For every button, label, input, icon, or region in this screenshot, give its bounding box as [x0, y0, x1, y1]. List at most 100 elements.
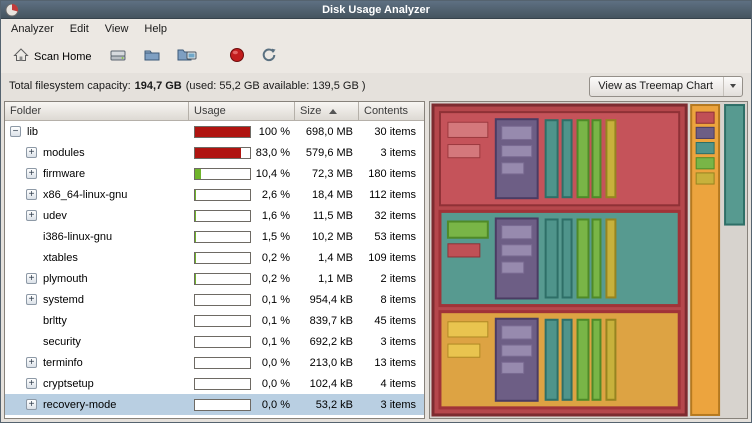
treemap-rect[interactable] [563, 120, 572, 197]
usage-percent: 1,6 % [255, 210, 290, 222]
scan-folder-button[interactable] [139, 44, 165, 69]
treemap-rect[interactable] [546, 219, 558, 297]
treemap-rect[interactable] [502, 262, 524, 273]
size-value: 692,2 kB [295, 331, 359, 352]
treemap-rect[interactable] [696, 158, 714, 169]
size-value: 213,0 kB [295, 352, 359, 373]
table-row[interactable]: security0,1 %692,2 kB3 items [5, 331, 424, 352]
table-row[interactable]: +cryptsetup0,0 %102,4 kB4 items [5, 373, 424, 394]
column-header-size[interactable]: Size [295, 102, 359, 121]
refresh-button[interactable] [257, 44, 281, 69]
treemap-rect[interactable] [448, 344, 480, 357]
expand-expander-icon[interactable]: + [26, 168, 37, 179]
expand-expander-icon[interactable]: + [26, 357, 37, 368]
treemap-rect[interactable] [606, 120, 615, 197]
treemap-rect[interactable] [502, 245, 532, 256]
expand-expander-icon[interactable]: + [26, 399, 37, 410]
treemap-rect[interactable] [563, 219, 572, 297]
treemap-rect[interactable] [606, 219, 615, 297]
treemap-rect[interactable] [546, 320, 558, 400]
usage-percent: 0,0 % [255, 399, 290, 411]
treemap-rect[interactable] [502, 362, 524, 373]
table-row[interactable]: +firmware10,4 %72,3 MB180 items [5, 163, 424, 184]
expand-expander-icon[interactable]: + [26, 273, 37, 284]
treemap-rect[interactable] [502, 326, 532, 339]
usage-bar [194, 399, 251, 411]
treemap-rect[interactable] [546, 120, 558, 197]
table-row[interactable]: brltty0,1 %839,7 kB45 items [5, 310, 424, 331]
menu-analyzer[interactable]: Analyzer [3, 19, 62, 40]
table-row[interactable]: +modules83,0 %579,6 MB3 items [5, 142, 424, 163]
menu-help[interactable]: Help [136, 19, 175, 40]
contents-value: 53 items [359, 226, 424, 247]
table-row[interactable]: +terminfo0,0 %213,0 kB13 items [5, 352, 424, 373]
window-title: Disk Usage Analyzer [322, 4, 430, 16]
treemap-rect[interactable] [448, 244, 480, 257]
column-header-usage[interactable]: Usage [189, 102, 295, 121]
treemap-rect[interactable] [592, 320, 600, 400]
folder-name: firmware [43, 168, 85, 180]
treemap-rect[interactable] [448, 322, 488, 337]
table-row[interactable]: −lib100 %698,0 MB30 items [5, 121, 424, 142]
stop-button[interactable] [225, 44, 249, 69]
treemap-rect[interactable] [578, 219, 589, 297]
treemap-rect[interactable] [592, 219, 600, 297]
column-header-folder[interactable]: Folder [5, 102, 189, 121]
treemap-pane[interactable] [429, 101, 748, 419]
size-value: 839,7 kB [295, 310, 359, 331]
scan-remote-folder-button[interactable] [173, 44, 201, 69]
table-row[interactable]: +systemd0,1 %954,4 kB8 items [5, 289, 424, 310]
treemap-rect[interactable] [502, 146, 532, 157]
menu-bar: Analyzer Edit View Help [1, 19, 751, 40]
expand-expander-icon[interactable]: + [26, 189, 37, 200]
scan-home-button[interactable]: Scan Home [7, 44, 97, 69]
view-as-select[interactable]: View as Treemap Chart [589, 76, 743, 97]
treemap-rect[interactable] [696, 112, 714, 123]
table-row[interactable]: xtables0,2 %1,4 MB109 items [5, 247, 424, 268]
treemap-rect[interactable] [696, 143, 714, 154]
treemap-rect[interactable] [502, 345, 532, 356]
main-content: Folder Usage Size Contents −lib100 %698,… [1, 99, 751, 422]
folder-tree-pane: Folder Usage Size Contents −lib100 %698,… [4, 101, 425, 419]
treemap-rect[interactable] [696, 173, 714, 184]
size-value: 53,2 kB [295, 394, 359, 415]
table-row[interactable]: +recovery-mode0,0 %53,2 kB3 items [5, 394, 424, 415]
table-row[interactable]: +x86_64-linux-gnu2,6 %18,4 MB112 items [5, 184, 424, 205]
scan-filesystem-button[interactable] [105, 44, 131, 69]
contents-value: 112 items [359, 184, 424, 205]
treemap-rect[interactable] [606, 320, 615, 400]
usage-percent: 0,0 % [255, 378, 290, 390]
treemap-rect[interactable] [563, 320, 572, 400]
menu-edit[interactable]: Edit [62, 19, 97, 40]
treemap-rect[interactable] [448, 145, 480, 158]
treemap-rect[interactable] [502, 126, 532, 139]
table-row[interactable]: +udev1,6 %11,5 MB32 items [5, 205, 424, 226]
expand-expander-icon[interactable]: + [26, 378, 37, 389]
expand-expander-icon[interactable]: + [26, 147, 37, 158]
treemap-rect[interactable] [448, 122, 488, 137]
treemap-rect[interactable] [725, 105, 744, 225]
folder-name: recovery-mode [43, 399, 116, 411]
treemap-rect[interactable] [578, 320, 589, 400]
treemap-rect[interactable] [502, 163, 524, 174]
table-row[interactable]: i386-linux-gnu1,5 %10,2 MB53 items [5, 226, 424, 247]
treemap-rect[interactable] [592, 120, 600, 197]
treemap-rect[interactable] [448, 222, 488, 238]
title-bar[interactable]: Disk Usage Analyzer [1, 1, 751, 19]
usage-bar [194, 378, 251, 390]
treemap-rect[interactable] [696, 127, 714, 138]
column-header-contents[interactable]: Contents [359, 102, 424, 121]
treemap-rect[interactable] [502, 226, 532, 239]
capacity-value: 194,7 GB [135, 80, 182, 92]
treemap-rect[interactable] [578, 120, 589, 197]
collapse-expander-icon[interactable]: − [10, 126, 21, 137]
table-row[interactable]: +plymouth0,2 %1,1 MB2 items [5, 268, 424, 289]
usage-percent: 0,2 % [255, 252, 290, 264]
contents-value: 32 items [359, 205, 424, 226]
usage-bar [194, 189, 251, 201]
expand-expander-icon[interactable]: + [26, 294, 37, 305]
menu-view[interactable]: View [97, 19, 137, 40]
expand-expander-icon[interactable]: + [26, 210, 37, 221]
folder-name: udev [43, 210, 67, 222]
usage-bar [194, 336, 251, 348]
